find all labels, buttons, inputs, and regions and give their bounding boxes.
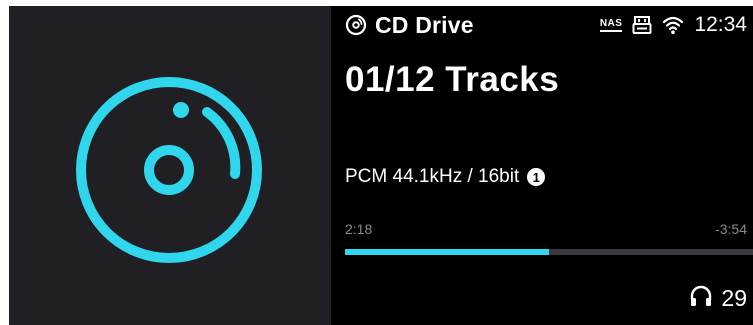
remaining-time: -3:54 <box>715 221 747 237</box>
progress-fill <box>345 249 549 255</box>
status-icons: NAS 12:34 <box>599 10 747 40</box>
player-screen: CD Drive NAS 12:34 01/12 Tracks PCM 44.1… <box>9 6 753 325</box>
status-bar: CD Drive NAS 12:34 <box>345 10 753 40</box>
wifi-icon <box>662 15 684 35</box>
cd-disc-icon <box>76 77 262 263</box>
format-info-badge[interactable]: 1 <box>527 168 546 186</box>
volume-value: 29 <box>721 285 747 311</box>
audio-format: PCM 44.1kHz / 16bit 1 <box>345 166 546 188</box>
source-indicator: CD Drive <box>345 10 474 40</box>
clock: 12:34 <box>694 13 747 36</box>
source-label: CD Drive <box>375 11 474 38</box>
usb-icon <box>632 15 652 35</box>
progress-bar[interactable] <box>345 249 753 255</box>
elapsed-time: 2:18 <box>345 221 373 237</box>
nas-icon: NAS <box>599 18 623 32</box>
headphones-icon <box>689 284 713 313</box>
format-label: PCM 44.1kHz / 16bit <box>345 166 520 187</box>
track-count: 01/12 Tracks <box>345 60 560 99</box>
playback-info-panel: CD Drive NAS 12:34 01/12 Tracks PCM 44.1… <box>331 6 753 325</box>
disc-icon <box>345 14 367 36</box>
album-art-panel <box>9 6 331 325</box>
volume-indicator[interactable]: 29 <box>689 284 747 313</box>
